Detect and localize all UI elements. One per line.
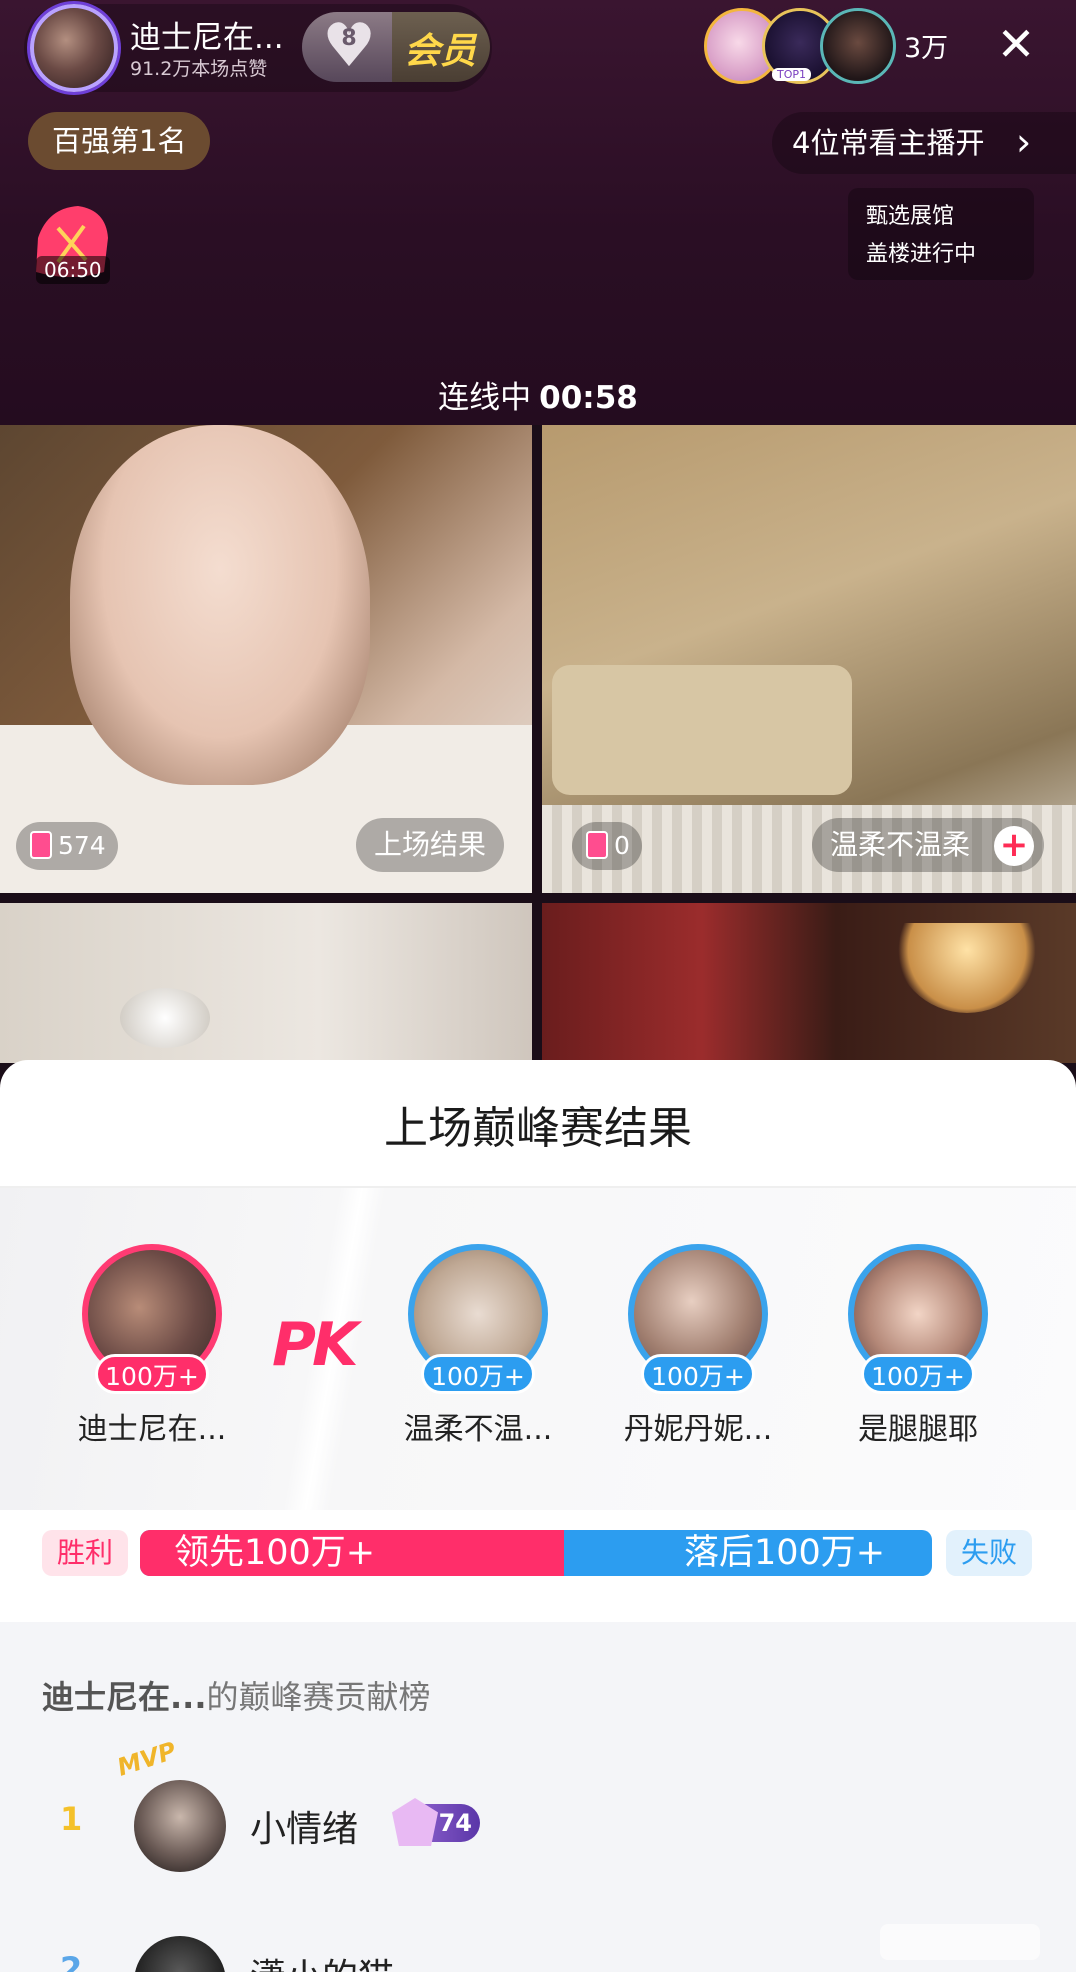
score-badge: 100万+ xyxy=(421,1354,535,1394)
connection-status: 连线中 00:58 xyxy=(0,372,1076,417)
host-name: 迪士尼在... xyxy=(130,20,284,56)
rank-number: 2 xyxy=(60,1950,83,1972)
competitor-card[interactable]: 100万+ 丹妮丹妮... xyxy=(618,1244,778,1448)
video-content xyxy=(892,923,1042,1013)
video-content xyxy=(70,425,370,785)
contributor-name[interactable]: 潇小的猫 xyxy=(250,1948,394,1972)
gift-timer: 06:50 xyxy=(36,256,110,284)
tile-score: 574 xyxy=(16,822,118,870)
competitor-card[interactable]: 100万+ 是腿腿耶 xyxy=(838,1244,998,1448)
score-value: 574 xyxy=(58,831,106,860)
sheet-title: 上场巅峰赛结果 xyxy=(384,1103,692,1154)
follow-plus-icon[interactable]: + xyxy=(994,826,1034,866)
viewer-avatar[interactable] xyxy=(820,8,896,84)
competitor-card[interactable]: 100万+ 迪士尼在... xyxy=(72,1244,232,1448)
gallery-title: 甄选展馆 xyxy=(866,204,955,229)
viewer-count[interactable]: 3万 xyxy=(904,26,948,65)
competitor-name: 丹妮丹妮... xyxy=(623,1412,773,1447)
competitor-name: 迪士尼在... xyxy=(77,1412,227,1447)
top1-badge: TOP1 xyxy=(772,68,812,81)
host-likes-count: 91.2万本场点赞 xyxy=(130,58,268,80)
board-title: 迪士尼在...的巅峰赛贡献榜 xyxy=(42,1672,431,1718)
tile-score: 0 xyxy=(572,822,642,870)
connection-timer: 00:58 xyxy=(539,380,638,416)
gallery-status: 盖楼进行中 xyxy=(866,242,977,267)
video-content xyxy=(552,665,852,795)
win-tag: 胜利 xyxy=(42,1530,128,1576)
behind-label: 落后100万+ xyxy=(684,1533,886,1573)
chevron-right-icon[interactable]: › xyxy=(1016,112,1031,172)
gift-icon xyxy=(30,831,52,859)
competitor-name: 是腿腿耶 xyxy=(858,1412,978,1447)
connection-label: 连线中 xyxy=(438,380,532,416)
pk-progress-bar: 领先100万+ 落后100万+ xyxy=(140,1530,932,1576)
vip-label: 会员 xyxy=(404,31,477,72)
board-host-name: 迪士尼在... xyxy=(42,1678,207,1716)
score-value: 0 xyxy=(614,831,630,860)
last-result-button[interactable]: 上场结果 xyxy=(356,818,505,872)
score-badge: 100万+ xyxy=(641,1354,755,1394)
fan-level: 8 xyxy=(341,26,357,51)
video-tile-guest[interactable] xyxy=(0,903,532,1063)
rank-badge[interactable]: 百强第1名 xyxy=(28,112,211,170)
lead-label: 领先100万+ xyxy=(174,1533,376,1573)
pk-logo: PK xyxy=(272,1310,358,1380)
video-tile-guest[interactable] xyxy=(542,903,1076,1063)
competitor-card[interactable]: 100万+ 温柔不温... xyxy=(398,1244,558,1448)
watermark xyxy=(880,1924,1040,1960)
score-badge: 100万+ xyxy=(861,1354,975,1394)
contributor-name[interactable]: 小情绪 xyxy=(250,1800,358,1852)
board-title-suffix: 的巅峰赛贡献榜 xyxy=(206,1678,431,1716)
host-avatar[interactable] xyxy=(30,4,118,92)
lose-tag: 失败 xyxy=(946,1530,1032,1576)
gift-icon xyxy=(586,831,608,859)
close-button[interactable]: ✕ xyxy=(988,16,1044,72)
rank-number: 1 xyxy=(60,1800,83,1838)
score-badge: 100万+ xyxy=(95,1354,209,1394)
competitor-name: 温柔不温... xyxy=(403,1412,553,1447)
video-content xyxy=(120,988,210,1048)
